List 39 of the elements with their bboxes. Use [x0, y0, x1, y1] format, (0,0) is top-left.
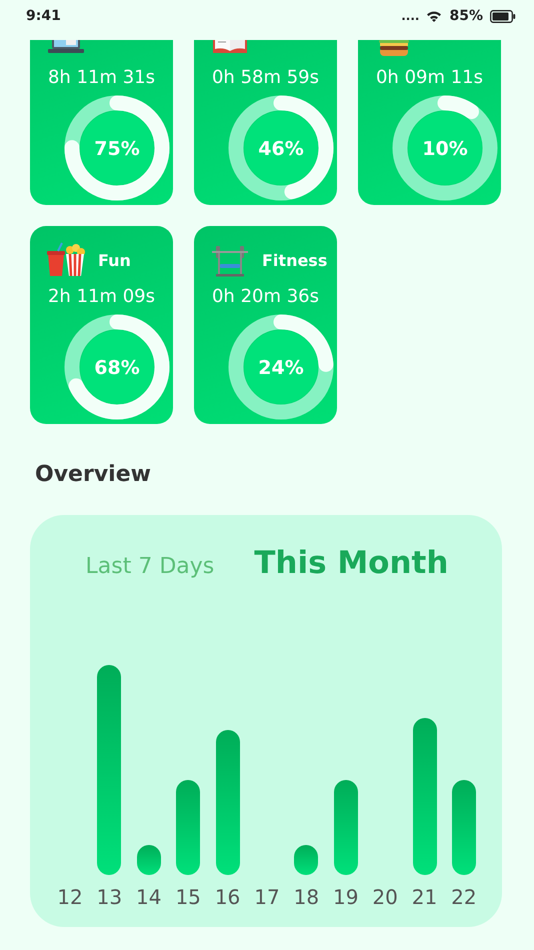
activity-card[interactable]: 8h 11m 31s 75% — [30, 40, 173, 205]
day-label: 15 — [175, 885, 201, 909]
day-label: 17 — [254, 885, 280, 909]
activity-card[interactable]: 0h 09m 11s 10% — [358, 40, 501, 205]
day-label: 22 — [451, 885, 477, 909]
activity-card[interactable]: Fun 2h 11m 09s 68% — [30, 226, 173, 424]
activity-card[interactable]: 0h 58m 59s 46% — [194, 40, 337, 205]
activity-title: Fitness — [262, 250, 328, 270]
activity-title: Fun — [98, 250, 131, 270]
day-label: 18 — [294, 885, 320, 909]
chart-bar — [294, 845, 318, 875]
duration-text: 0h 20m 36s — [210, 286, 320, 307]
duration-text: 0h 09m 11s — [374, 67, 484, 88]
day-label: 21 — [412, 885, 438, 909]
popcorn-icon — [46, 242, 86, 278]
battery-icon — [490, 10, 516, 22]
wifi-icon — [426, 10, 442, 22]
signal-indicator: .... — [401, 9, 420, 23]
day-label: 12 — [57, 885, 83, 909]
period-tab[interactable]: This Month — [254, 545, 448, 581]
percent-label: 46% — [258, 138, 304, 160]
percent-label: 24% — [258, 357, 304, 379]
day-label: 19 — [333, 885, 358, 909]
duration-text: 2h 11m 09s — [46, 286, 156, 307]
day-label: 16 — [214, 885, 240, 909]
section-title: Overview — [35, 462, 152, 487]
percent-label: 68% — [94, 357, 140, 379]
period-tab[interactable]: Last 7 Days — [86, 554, 214, 579]
duration-text: 0h 58m 59s — [210, 67, 320, 88]
percent-label: 75% — [94, 138, 140, 160]
percent-label: 10% — [422, 138, 468, 160]
duration-text: 8h 11m 31s — [46, 67, 156, 88]
chart-bar — [136, 845, 161, 875]
day-label: 14 — [136, 885, 162, 909]
activity-card[interactable]: Fitness 0h 20m 36s 24% — [194, 226, 337, 424]
day-label: 20 — [372, 885, 398, 909]
clock-time: 9:41 — [26, 8, 61, 24]
day-label: 13 — [96, 885, 122, 909]
battery-percent: 85% — [449, 8, 483, 24]
